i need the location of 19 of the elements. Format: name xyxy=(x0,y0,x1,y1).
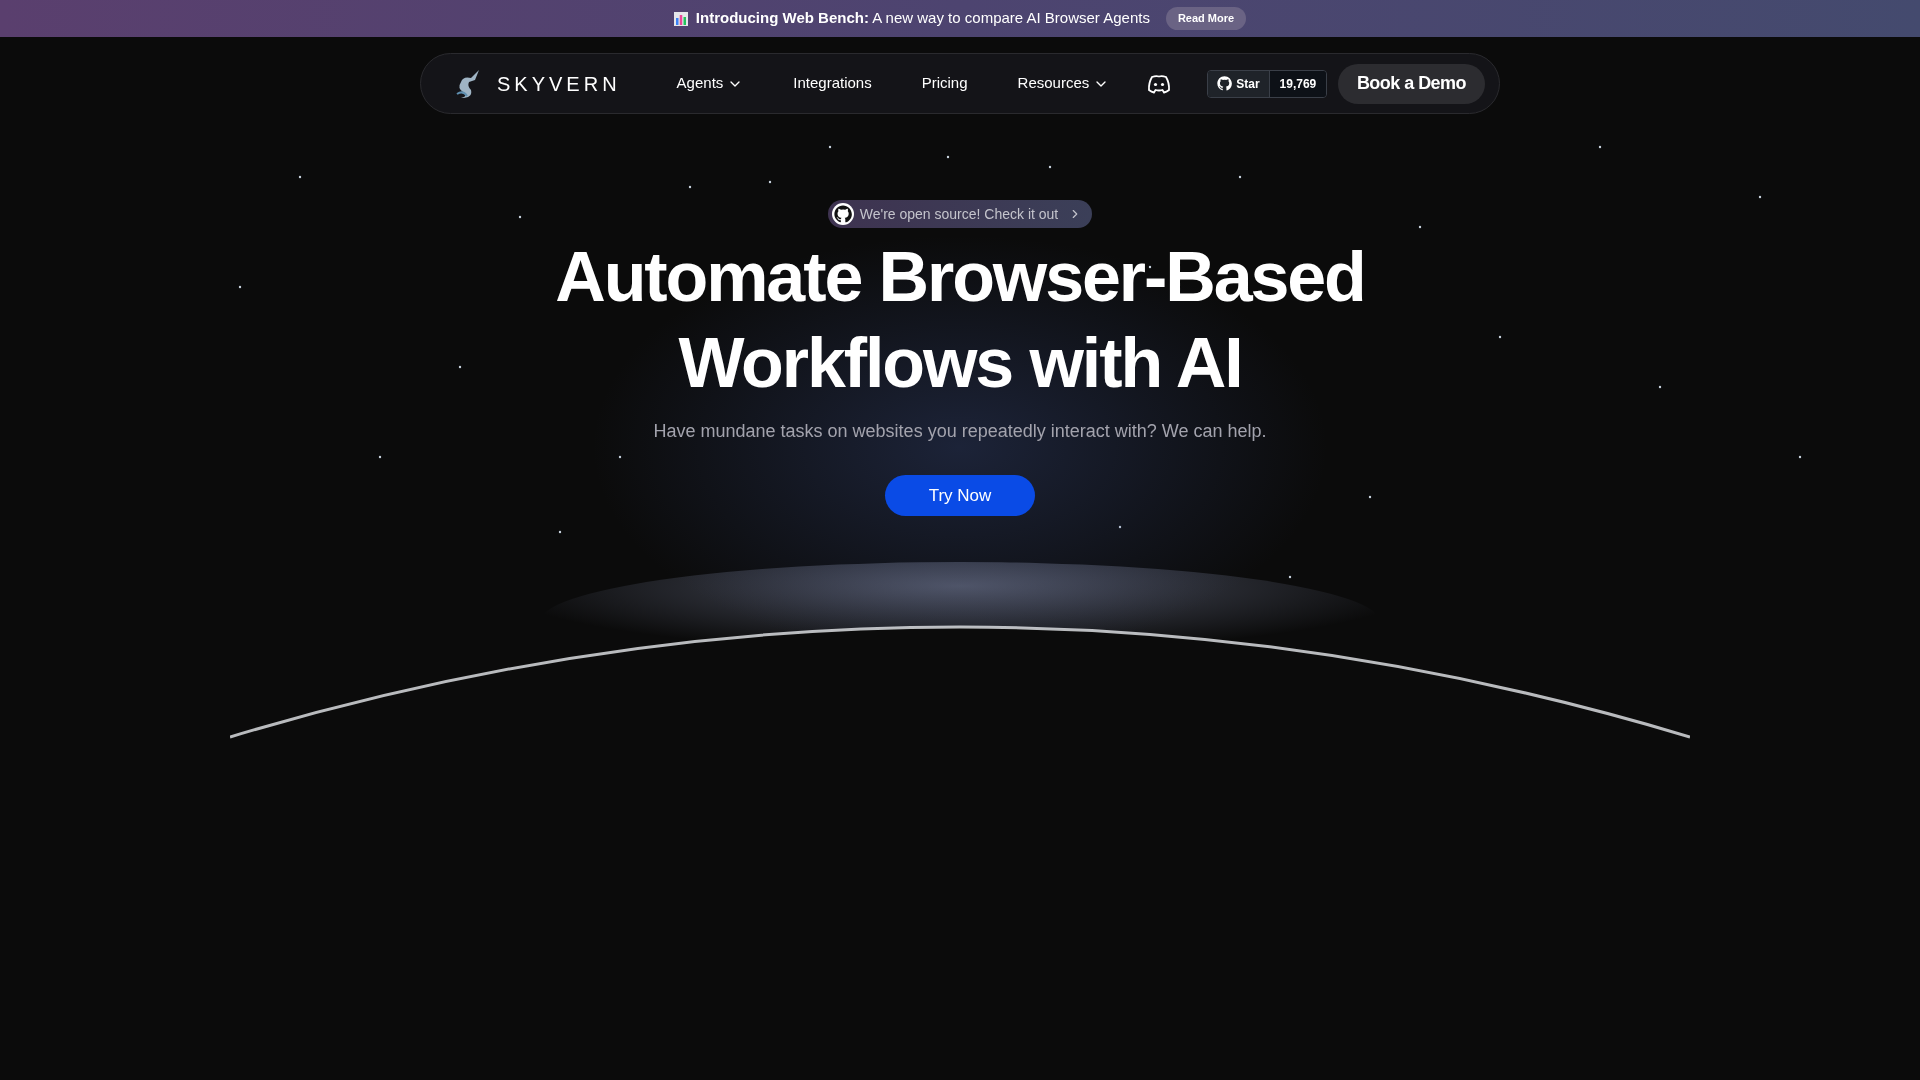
nav-link[interactable]: Integrations xyxy=(793,72,872,95)
github-star-widget[interactable]: Star 19,769 xyxy=(1207,69,1328,98)
github-star-button[interactable]: Star xyxy=(1208,70,1269,97)
dropdown-menu-link[interactable]: Resources xyxy=(1017,72,1110,95)
open-source-badge[interactable]: We're open source! Check it out xyxy=(827,200,1093,228)
hero-heading: Automate Browser-Based Workflows with AI xyxy=(555,237,1365,404)
bar-chart-icon xyxy=(673,11,688,26)
brand-name: SKYVERN xyxy=(497,71,621,97)
star-count: 19,769 xyxy=(1268,70,1327,97)
hero-subtitle: Have mundane tasks on websites you repeatedly interact with? We can help. xyxy=(653,420,1267,443)
github-icon xyxy=(833,205,852,223)
try-now-button[interactable]: Try Now xyxy=(885,475,1035,516)
announcement-text: Introducing Web Bench: A new way to compare AI Browser Agents xyxy=(695,8,1150,29)
dropdown-menu-link[interactable]: Agents xyxy=(676,72,744,95)
read-more-button[interactable]: Read More xyxy=(1165,7,1247,30)
book-a-demo-button[interactable]: Book a Demo xyxy=(1337,63,1485,104)
nav-link[interactable]: Pricing xyxy=(921,72,968,95)
github-icon xyxy=(1217,76,1233,91)
discord-icon[interactable] xyxy=(1147,73,1172,94)
